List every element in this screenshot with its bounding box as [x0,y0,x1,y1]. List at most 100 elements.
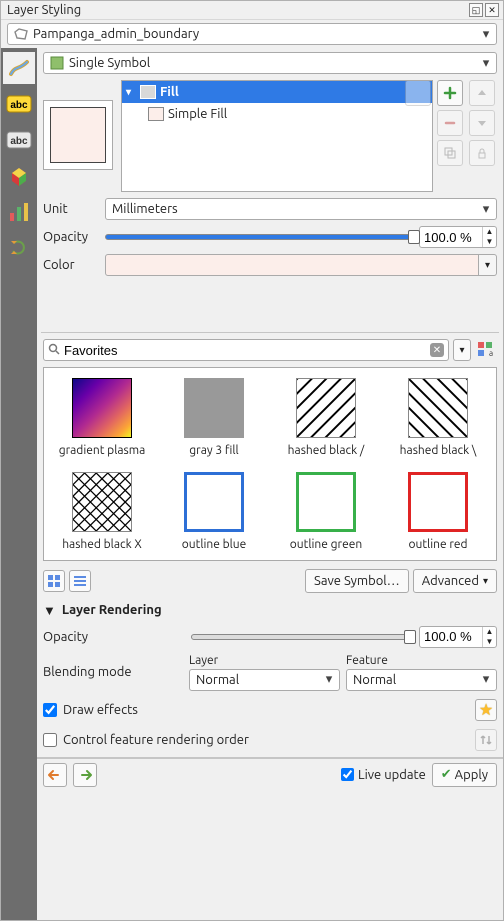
remove-symbol-layer-button[interactable] [437,110,463,136]
live-update-checkbox[interactable] [341,768,354,781]
symbol-properties: Unit Millimeters ▾ Opacity ▲▼ Color [37,194,503,280]
style-outline-red[interactable]: outline red [386,472,490,552]
style-hashed-black-back[interactable]: hashed black \ [386,378,490,458]
style-outline-green[interactable]: outline green [274,472,378,552]
style-filter-dropdown[interactable]: ▾ [453,339,471,361]
tab-symbology[interactable] [3,52,35,84]
tab-history[interactable] [3,232,35,264]
style-gray-3-fill[interactable]: gray 3 fill [162,378,266,458]
color-button[interactable] [105,254,479,276]
style-gallery: gradient plasma gray 3 fill hashed black… [43,367,497,561]
clear-search-icon[interactable]: ✕ [430,343,444,357]
move-up-button[interactable] [405,80,431,106]
spin-down[interactable]: ▼ [483,237,496,247]
list-view-button[interactable] [69,570,91,592]
close-panel-button[interactable]: ✕ [485,3,499,17]
tab-labels-abc-yellow[interactable]: abc [3,88,35,120]
advanced-button[interactable]: Advanced ▾ [413,569,497,593]
control-order-checkbox[interactable] [43,733,57,747]
tree-item-fill[interactable]: ▾ Fill [122,81,432,103]
unit-combobox[interactable]: Millimeters ▾ [105,198,497,220]
undo-button[interactable] [43,763,67,787]
layer-selector-row: Pampanga_admin_boundary ▾ [1,20,503,48]
style-thumb [408,378,468,438]
icon-view-button[interactable] [43,570,65,592]
redo-button[interactable] [73,763,97,787]
tab-labels-abc-gray[interactable]: abc [3,124,35,156]
move-up-button[interactable] [469,80,495,106]
style-search-input[interactable] [60,343,430,358]
chevron-down-icon: ▾ [483,575,488,587]
spin-down[interactable]: ▼ [483,637,496,647]
style-search-row: ✕ ▾ a [37,335,503,365]
advanced-label: Advanced [422,574,479,588]
tab-3d-view[interactable] [3,160,35,192]
color-control: ▾ [105,254,497,276]
apply-button[interactable]: ✔ Apply [432,763,497,787]
style-hashed-black-fwd[interactable]: hashed black / [274,378,378,458]
symbol-layer-area: ▾ Fill Simple Fill [121,80,497,192]
chevron-down-icon: ▾ [480,56,492,71]
search-icon [48,343,60,358]
move-down-button[interactable] [469,110,495,136]
expand-icon: ▼ [43,603,56,618]
layer-rendering-header[interactable]: ▼ Layer Rendering [37,599,503,622]
rendering-opacity-input[interactable] [420,629,482,644]
rendering-opacity-slider[interactable] [191,634,411,640]
rendering-order-button[interactable] [475,729,497,751]
tree-item-simple-fill[interactable]: Simple Fill [122,103,432,125]
style-manager-button[interactable]: a [475,339,497,361]
style-outline-blue[interactable]: outline blue [162,472,266,552]
blend-feature-value: Normal [353,673,480,687]
chevron-down-icon: ▾ [480,672,492,687]
rendering-opacity-spinbox[interactable]: ▲▼ [419,626,497,648]
title-bar: Layer Styling ◱ ✕ [1,1,503,20]
tree-expand-icon[interactable]: ▾ [126,86,136,98]
add-symbol-layer-button[interactable] [437,80,463,106]
blend-layer-combobox[interactable]: Normal ▾ [189,669,340,691]
symbol-layer-buttons [437,80,465,192]
opacity-spinbox[interactable]: ▲▼ [419,226,497,248]
renderer-combobox[interactable]: Single Symbol ▾ [43,52,497,74]
layer-rendering-body: Opacity ▲▼ Blending mode Layer Normal [37,622,503,758]
slider-handle[interactable] [408,230,420,244]
blend-feature-combobox[interactable]: Normal ▾ [346,669,497,691]
panel-title: Layer Styling [7,3,467,17]
opacity-input[interactable] [420,230,482,245]
star-icon: ★ [479,700,493,719]
symbol-preview[interactable] [43,100,113,170]
layer-combobox[interactable]: Pampanga_admin_boundary ▾ [7,23,497,45]
style-gradient-plasma[interactable]: gradient plasma [50,378,154,458]
style-label: hashed black X [50,538,154,552]
undock-button[interactable]: ◱ [469,3,483,17]
save-symbol-label: Save Symbol… [314,574,400,588]
color-label: Color [43,258,99,272]
symbol-layer-tree[interactable]: ▾ Fill Simple Fill [121,80,433,192]
spin-up[interactable]: ▲ [483,227,496,237]
draw-effects-label: Draw effects [63,703,469,717]
customize-effects-button[interactable]: ★ [475,699,497,721]
style-label: outline blue [162,538,266,552]
spin-up[interactable]: ▲ [483,627,496,637]
tab-diagrams[interactable] [3,196,35,228]
duplicate-symbol-layer-button[interactable] [437,140,463,166]
lock-button[interactable] [469,140,495,166]
live-update-toggle[interactable]: Live update [341,768,426,782]
style-search[interactable]: ✕ [43,339,449,361]
tree-label-fill: Fill [160,85,179,99]
style-hashed-black-x[interactable]: hashed black X [50,472,154,552]
bottom-bar: Live update ✔ Apply [37,758,503,791]
live-update-label: Live update [358,768,426,782]
single-symbol-icon [50,56,64,70]
blend-feature-caption: Feature [346,654,497,667]
chevron-down-icon: ▾ [480,202,492,217]
draw-effects-checkbox[interactable] [43,703,57,717]
opacity-slider[interactable] [105,234,415,240]
opacity-control: ▲▼ [105,226,497,248]
color-dropdown-button[interactable]: ▾ [479,254,497,276]
slider-handle[interactable] [404,630,416,644]
check-icon: ✔ [441,767,452,782]
style-label: gray 3 fill [162,444,266,458]
save-symbol-button[interactable]: Save Symbol… [305,569,409,593]
body: abc abc Single Symbol [1,48,503,920]
